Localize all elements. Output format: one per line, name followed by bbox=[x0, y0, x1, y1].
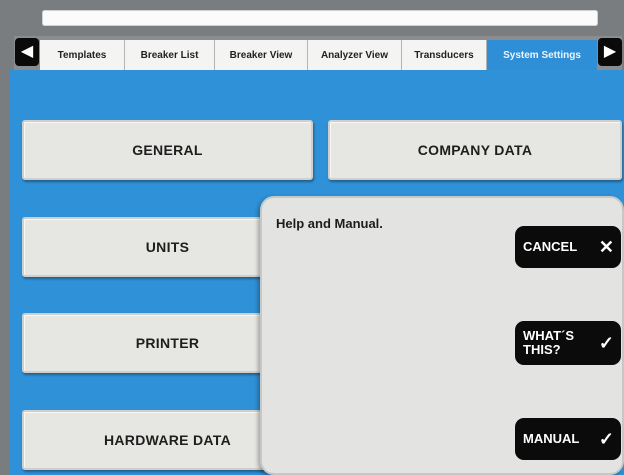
whats-this-line2: THIS? bbox=[523, 342, 561, 357]
arrow-right-icon[interactable]: ▶ bbox=[598, 38, 622, 66]
whats-this-line1: WHAT´S bbox=[523, 328, 575, 343]
tab-transducers[interactable]: Transducers bbox=[402, 40, 487, 70]
tab-templates[interactable]: Templates bbox=[40, 40, 125, 70]
cancel-button[interactable]: CANCEL ✕ bbox=[515, 226, 621, 268]
manual-button[interactable]: MANUAL ✓ bbox=[515, 418, 621, 460]
tab-breaker-view[interactable]: Breaker View bbox=[215, 40, 308, 70]
close-icon: ✕ bbox=[598, 237, 614, 257]
cancel-label: CANCEL bbox=[523, 239, 578, 254]
whats-this-label: WHAT´S THIS? bbox=[523, 329, 574, 357]
whats-this-button[interactable]: WHAT´S THIS? ✓ bbox=[515, 321, 621, 365]
tab-breaker-list[interactable]: Breaker List bbox=[125, 40, 215, 70]
general-button[interactable]: GENERAL bbox=[22, 120, 313, 180]
checkmark-icon: ✓ bbox=[598, 429, 614, 449]
tab-system-settings[interactable]: System Settings bbox=[487, 40, 597, 70]
company-data-button[interactable]: COMPANY DATA bbox=[328, 120, 622, 180]
checkmark-icon: ✓ bbox=[598, 333, 614, 353]
help-popup: Help and Manual. CANCEL ✕ WHAT´S THIS? ✓… bbox=[260, 196, 624, 475]
tab-analyzer-view[interactable]: Analyzer View bbox=[308, 40, 402, 70]
help-popup-text: Help and Manual. bbox=[276, 216, 383, 231]
arrow-left-icon[interactable]: ◀ bbox=[15, 38, 39, 66]
title-bar bbox=[42, 10, 598, 26]
manual-label: MANUAL bbox=[523, 431, 580, 446]
